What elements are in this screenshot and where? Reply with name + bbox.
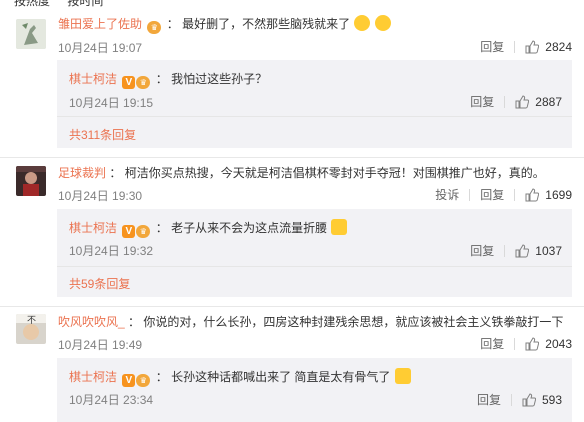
victory-hand-emoji-icon [331,219,348,235]
avatar[interactable] [16,19,46,49]
reply-username[interactable]: 棋士柯洁 [69,370,117,384]
action-separator [504,95,506,108]
colon: ： [155,221,168,235]
thumbs-up-icon[interactable] [515,94,530,109]
thumbs-up-icon[interactable] [525,39,540,54]
level-badge-icon: ♛ [136,374,151,387]
reply-divider [57,266,572,267]
like-count: 1699 [545,187,572,202]
comment-divider [0,306,584,307]
comment-text: 你说的对，什么长孙，四房这种封建残余思想，就应该被社会主义铁拳敲打一下 [143,315,564,329]
reply-actions: 回复 1037 [470,242,562,259]
level-badge-icon: ♛ [136,76,151,89]
comment-divider [0,157,584,158]
comment-username[interactable]: 足球裁判 [58,166,106,180]
thumbs-up-emoji-icon [394,368,411,384]
like-count: 2824 [545,39,572,54]
avatar[interactable]: 不 [16,314,46,344]
thumbs-up-icon[interactable] [525,336,540,351]
reply-list: 棋士柯洁 V ♛ ： 我怕过这些孙子？ 10月24日 19:15 回复 2887 … [57,60,572,148]
reply-button[interactable]: 回复 [470,242,494,259]
reply-divider [57,116,572,117]
verified-v-icon: V [122,76,136,89]
sort-tabs: 按热度 按时间 [14,0,117,8]
reply-list: 棋士柯洁 V ♛ ： 老子从来不会为这点流量折腰 10月24日 19:32 回复 … [57,209,572,297]
level-badge-icon: ♛ [136,225,151,238]
reply-text: 老子从来不会为这点流量折腰 [171,221,328,235]
comment-username[interactable]: 雏田爱上了佐助 [58,17,142,31]
colon: ： [155,370,168,384]
thumbs-up-icon[interactable] [525,187,540,202]
reply-actions: 回复 593 [477,391,562,408]
comment-time: 10月24日 19:07 [58,41,143,55]
user-badges: ♛ [147,19,162,34]
colon: ： [109,166,122,180]
more-replies-link[interactable]: 共311条回复 [69,126,136,143]
colon: ： [155,72,168,86]
sort-by-hot-tab[interactable]: 按热度 [14,0,50,8]
action-separator [469,188,471,201]
colon: ： [128,315,141,329]
like-count: 2887 [535,94,562,109]
avatar[interactable] [16,166,46,196]
action-separator [514,337,516,350]
comment-text: 最好删了，不然那些脑残就来了 [182,17,351,31]
comment-actions: 回复 2824 [480,38,572,55]
sort-by-time-tab[interactable]: 按时间 [67,0,103,8]
comment-actions: 投诉 回复 1699 [435,186,572,203]
user-badges: V ♛ [122,223,151,238]
reply-text: 我怕过这些孙子？ [171,72,268,86]
level-badge-icon: ♛ [147,21,162,34]
laughing-emoji-icon [354,15,371,31]
more-replies-link[interactable]: 共59条回复 [69,275,130,292]
like-count: 1037 [535,243,562,258]
reply-username[interactable]: 棋士柯洁 [69,72,117,86]
laughing-emoji-icon [374,15,391,31]
avatar-text: 不 [27,315,37,325]
reply-time: 10月24日 19:32 [69,244,154,258]
colon: ： [166,17,179,31]
reply-button[interactable]: 回复 [480,38,504,55]
comment-text: 柯洁你买点热搜，今天就是柯洁倡棋杯零封对手夺冠！对围棋推广也好，真的。 [124,166,545,180]
user-badges: V ♛ [122,372,151,387]
thumbs-up-icon[interactable] [515,243,530,258]
reply-time: 10月24日 23:34 [69,393,154,407]
reply-text: 长孙这种话都喊出来了 简直是太有骨气了 [171,370,391,384]
thumbs-up-icon[interactable] [522,392,536,407]
verified-v-icon: V [122,374,136,387]
action-separator [504,244,506,257]
like-count: 593 [541,392,562,407]
action-separator [514,188,516,201]
avatar-image-icon [16,166,46,196]
comment-username[interactable]: 吹风吹吹风_ [58,315,125,329]
comment-time: 10月24日 19:30 [58,189,143,203]
verified-v-icon: V [122,225,136,238]
avatar-image-icon [16,19,46,49]
report-button[interactable]: 投诉 [435,186,459,203]
action-separator [510,393,512,406]
comment-time: 10月24日 19:49 [58,338,143,352]
action-separator [514,40,516,53]
user-badges: V ♛ [122,74,151,89]
reply-button[interactable]: 回复 [477,391,501,408]
like-count: 2043 [545,336,572,351]
reply-time: 10月24日 19:15 [69,96,154,110]
reply-actions: 回复 2887 [470,93,562,110]
reply-username[interactable]: 棋士柯洁 [69,221,117,235]
reply-button[interactable]: 回复 [480,186,504,203]
reply-button[interactable]: 回复 [480,335,504,352]
comment-actions: 回复 2043 [480,335,572,352]
reply-list: 棋士柯洁 V ♛ ： 长孙这种话都喊出来了 简直是太有骨气了 10月24日 23:… [57,358,572,422]
reply-button[interactable]: 回复 [470,93,494,110]
